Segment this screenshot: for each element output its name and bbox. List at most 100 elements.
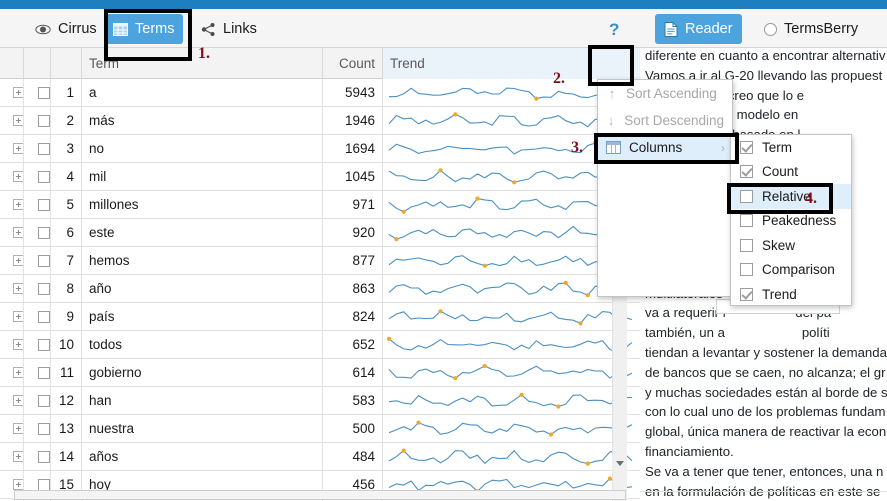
tab-termsberry[interactable]: TermsBerry (755, 14, 867, 44)
row-checkbox[interactable] (24, 359, 51, 386)
table-row[interactable]: 11gobierno614 (0, 359, 640, 387)
row-expander[interactable] (0, 163, 24, 190)
checkbox-relative-icon[interactable] (740, 190, 753, 203)
row-checkbox[interactable] (24, 219, 51, 246)
row-term[interactable]: hemos (82, 247, 323, 274)
table-row[interactable]: 14años484 (0, 443, 640, 471)
row-checkbox[interactable] (24, 303, 51, 330)
checkbox-count-icon[interactable] (740, 165, 753, 178)
row-checkbox[interactable] (24, 415, 51, 442)
submenu-item-relative[interactable]: Relative (731, 184, 851, 209)
row-trend-sparkline[interactable] (383, 303, 640, 330)
table-row[interactable]: 10todos652 (0, 331, 640, 359)
row-expander[interactable] (0, 387, 24, 414)
table-row[interactable]: 7hemos877 (0, 247, 640, 275)
submenu-item-peakedness[interactable]: Peakedness (731, 209, 851, 234)
table-header-row: Term Count Trend (0, 48, 640, 79)
scroll-down-arrow-icon[interactable] (612, 455, 627, 471)
row-term[interactable]: no (82, 135, 323, 162)
menu-item-sort-ascending[interactable]: ↑ Sort Ascending (598, 80, 732, 107)
row-trend-sparkline[interactable] (383, 331, 640, 358)
tab-reader[interactable]: Reader (655, 14, 742, 44)
row-term[interactable]: año (82, 275, 323, 302)
table-row[interactable]: 1a5943 (0, 79, 640, 107)
tab-cirrus[interactable]: Cirrus (26, 14, 106, 44)
row-expander[interactable] (0, 443, 24, 470)
row-expander[interactable] (0, 331, 24, 358)
checkbox-trend-icon[interactable] (740, 288, 753, 301)
help-icon: ? (609, 21, 619, 38)
row-checkbox[interactable] (24, 135, 51, 162)
row-trend-sparkline[interactable] (383, 359, 640, 386)
submenu-item-term[interactable]: Term (731, 135, 851, 160)
row-expander[interactable] (0, 219, 24, 246)
row-expander[interactable] (0, 247, 24, 274)
row-checkbox[interactable] (24, 247, 51, 274)
table-row[interactable]: 13nuestra500 (0, 415, 640, 443)
table-row[interactable]: 8año863 (0, 275, 640, 303)
row-trend-sparkline[interactable] (383, 415, 640, 442)
row-checkbox[interactable] (24, 163, 51, 190)
table-row[interactable]: 2más1946 (0, 107, 640, 135)
table-row[interactable]: 3no1694 (0, 135, 640, 163)
row-term[interactable]: nuestra (82, 415, 323, 442)
submenu-item-count[interactable]: Count (731, 160, 851, 185)
row-term[interactable]: gobierno (82, 359, 323, 386)
checkbox-comparison-icon[interactable] (740, 263, 753, 276)
menu-item-sort-descending[interactable]: ↓ Sort Descending (598, 107, 732, 134)
row-checkbox[interactable] (24, 107, 51, 134)
row-term[interactable]: a (82, 79, 323, 106)
row-term[interactable]: han (82, 387, 323, 414)
row-expander[interactable] (0, 303, 24, 330)
eye-icon (35, 24, 51, 35)
submenu-item-skew[interactable]: Skew (731, 233, 851, 258)
row-expander[interactable] (0, 135, 24, 162)
row-term[interactable]: mil (82, 163, 323, 190)
row-expander[interactable] (0, 191, 24, 218)
row-checkbox[interactable] (24, 275, 51, 302)
row-checkbox[interactable] (24, 387, 51, 414)
row-term[interactable]: este (82, 219, 323, 246)
table-horizontal-scrollbar[interactable] (14, 490, 626, 500)
row-expander[interactable] (0, 107, 24, 134)
submenu-item-label: Term (762, 140, 792, 155)
menu-item-columns[interactable]: Columns › (598, 134, 732, 161)
header-count[interactable]: Count (323, 48, 383, 79)
table-row[interactable]: 4mil1045 (0, 163, 640, 191)
row-checkbox[interactable] (24, 443, 51, 470)
header-trend[interactable]: Trend (383, 48, 640, 79)
table-row[interactable]: 5millones971 (0, 191, 640, 219)
callout-number-3: 3. (571, 139, 583, 157)
row-checkbox[interactable] (24, 191, 51, 218)
checkbox-skew-icon[interactable] (740, 239, 753, 252)
row-term[interactable]: millones (82, 191, 323, 218)
table-row[interactable]: 6este920 (0, 219, 640, 247)
help-button[interactable]: ? (602, 14, 626, 44)
tab-terms[interactable]: Terms (104, 14, 183, 44)
row-trend-sparkline[interactable] (383, 443, 640, 470)
table-row[interactable]: 9país824 (0, 303, 640, 331)
arrow-up-icon: ↑ (606, 86, 618, 101)
row-count: 500 (323, 415, 383, 442)
tab-links[interactable]: Links (192, 14, 266, 44)
submenu-item-label: Count (762, 164, 798, 179)
row-expander[interactable] (0, 359, 24, 386)
checkbox-peakedness-icon[interactable] (740, 214, 753, 227)
row-term[interactable]: todos (82, 331, 323, 358)
row-checkbox[interactable] (24, 79, 51, 106)
header-checkbox-column[interactable] (24, 48, 51, 79)
row-count: 824 (323, 303, 383, 330)
row-expander[interactable] (0, 415, 24, 442)
table-row[interactable]: 12han583 (0, 387, 640, 415)
row-trend-sparkline[interactable] (383, 387, 640, 414)
checkbox-term-icon[interactable] (740, 141, 753, 154)
row-expander[interactable] (0, 275, 24, 302)
row-checkbox[interactable] (24, 331, 51, 358)
row-term[interactable]: años (82, 443, 323, 470)
row-expander[interactable] (0, 79, 24, 106)
submenu-item-trend[interactable]: Trend (731, 282, 851, 307)
row-term[interactable]: país (82, 303, 323, 330)
submenu-item-comparison[interactable]: Comparison (731, 258, 851, 283)
row-term[interactable]: más (82, 107, 323, 134)
row-count: 1946 (323, 107, 383, 134)
